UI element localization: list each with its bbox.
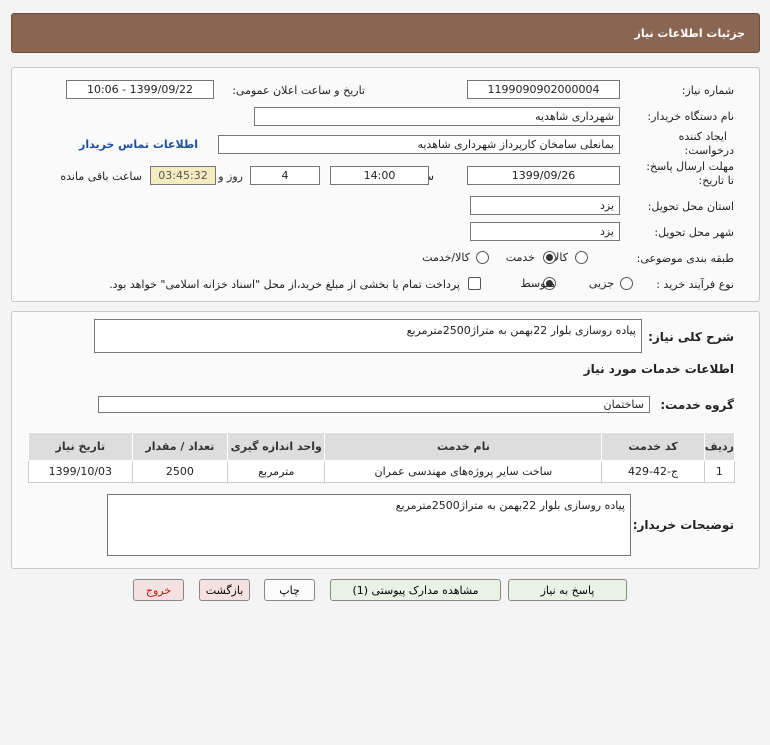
process-radio-minor[interactable] xyxy=(620,277,633,290)
days-label: روز و xyxy=(218,170,243,183)
exit-button[interactable]: خروج xyxy=(133,579,184,601)
announce-field: 1399/09/22 - 10:06 xyxy=(66,80,214,99)
need-number-label: شماره نیاز: xyxy=(681,84,734,97)
buyer-notes-box: پیاده روسازی بلوار 22بهمن به متراژ2500مت… xyxy=(107,494,631,556)
cell-service-code: ج-42-429 xyxy=(601,460,705,483)
buyer-org-label: نام دستگاه خریدار: xyxy=(647,110,734,123)
col-header-service-name: نام خدمت xyxy=(324,432,603,461)
process-option-minor: جزیی xyxy=(588,277,614,290)
payment-note: پرداخت تمام یا بخشی از مبلغ خرید،از محل … xyxy=(109,278,460,291)
deadline-label-1: مهلت ارسال پاسخ: xyxy=(646,160,734,173)
city-label: شهر محل تحویل: xyxy=(654,226,734,239)
category-radio-service[interactable] xyxy=(543,251,556,264)
deadline-date-field: 1399/09/26 xyxy=(467,166,620,185)
cell-unit: مترمربع xyxy=(227,460,326,483)
province-label: استان محل تحویل: xyxy=(647,200,734,213)
summary-box: پیاده روسازی بلوار 22بهمن به متراژ2500مت… xyxy=(94,319,642,353)
summary-label: شرح کلی نیاز: xyxy=(648,330,734,344)
col-header-row-number: ردیف xyxy=(703,432,736,461)
days-field: 4 xyxy=(250,166,320,185)
requester-label-1: ایجاد کننده xyxy=(678,130,727,143)
print-button[interactable]: چاپ xyxy=(264,579,315,601)
col-header-service-code: کد خدمت xyxy=(601,432,705,461)
category-radio-goods[interactable] xyxy=(575,251,588,264)
process-label: نوع فرآیند خرید : xyxy=(656,278,734,291)
deadline-time-field: 14:00 xyxy=(330,166,429,185)
page-header: جزئیات اطلاعات نیاز xyxy=(11,13,760,53)
province-field: یزد xyxy=(470,196,620,215)
remaining-label: ساعت باقی مانده xyxy=(60,170,142,183)
back-button[interactable]: بازگشت xyxy=(199,579,250,601)
treasury-bonds-checkbox[interactable] xyxy=(468,277,481,290)
page-title: جزئیات اطلاعات نیاز xyxy=(634,27,746,40)
category-radio-goods-service[interactable] xyxy=(476,251,489,264)
table-header-row: ردیف کد خدمت نام خدمت واحد اندازه گیری ت… xyxy=(28,432,736,461)
cell-service-name: ساخت سایر پروژه‌های مهندسی عمران xyxy=(324,460,603,483)
announce-label: تاریخ و ساعت اعلان عمومی: xyxy=(232,84,365,97)
services-heading: اطلاعات خدمات مورد نیاز xyxy=(583,362,734,376)
need-number-field: 1199090902000004 xyxy=(467,80,620,99)
cell-quantity: 2500 xyxy=(131,460,229,483)
service-group-field: ساختمان xyxy=(98,396,650,413)
buyer-contact-link[interactable]: اطلاعات تماس خریدار xyxy=(79,138,198,151)
buyer-org-field: شهرداری شاهدیه xyxy=(254,107,620,126)
category-option-service: خدمت xyxy=(505,251,535,264)
deadline-label-2: تا تاریخ: xyxy=(698,174,734,187)
services-table: ردیف کد خدمت نام خدمت واحد اندازه گیری ت… xyxy=(28,432,736,483)
service-group-label: گروه خدمت: xyxy=(660,398,734,412)
attachments-button[interactable]: مشاهده مدارک پیوستی (1) xyxy=(330,579,501,601)
table-row: 1 ج-42-429 ساخت سایر پروژه‌های مهندسی عم… xyxy=(28,460,736,483)
category-label: طبقه بندی موضوعی: xyxy=(636,252,734,265)
buyer-notes-label: توضیحات خریدار: xyxy=(632,518,734,532)
cell-need-date: 1399/10/03 xyxy=(28,460,133,483)
col-header-need-date: تاریخ نیاز xyxy=(28,432,133,461)
process-option-medium: متوسط xyxy=(520,277,555,290)
city-field: یزد xyxy=(470,222,620,241)
col-header-unit: واحد اندازه گیری xyxy=(227,432,326,461)
cell-row-number: 1 xyxy=(703,460,736,483)
col-header-quantity: تعداد / مقدار xyxy=(131,432,229,461)
requester-label-2: درخواست: xyxy=(684,144,734,157)
remaining-time-field: 03:45:32 xyxy=(150,166,216,185)
reply-button[interactable]: پاسخ به نیاز xyxy=(508,579,627,601)
category-option-goods-service: کالا/خدمت xyxy=(422,251,470,264)
requester-field: بمانعلی سامخان کارپرداز شهرداری شاهدیه xyxy=(218,135,620,154)
